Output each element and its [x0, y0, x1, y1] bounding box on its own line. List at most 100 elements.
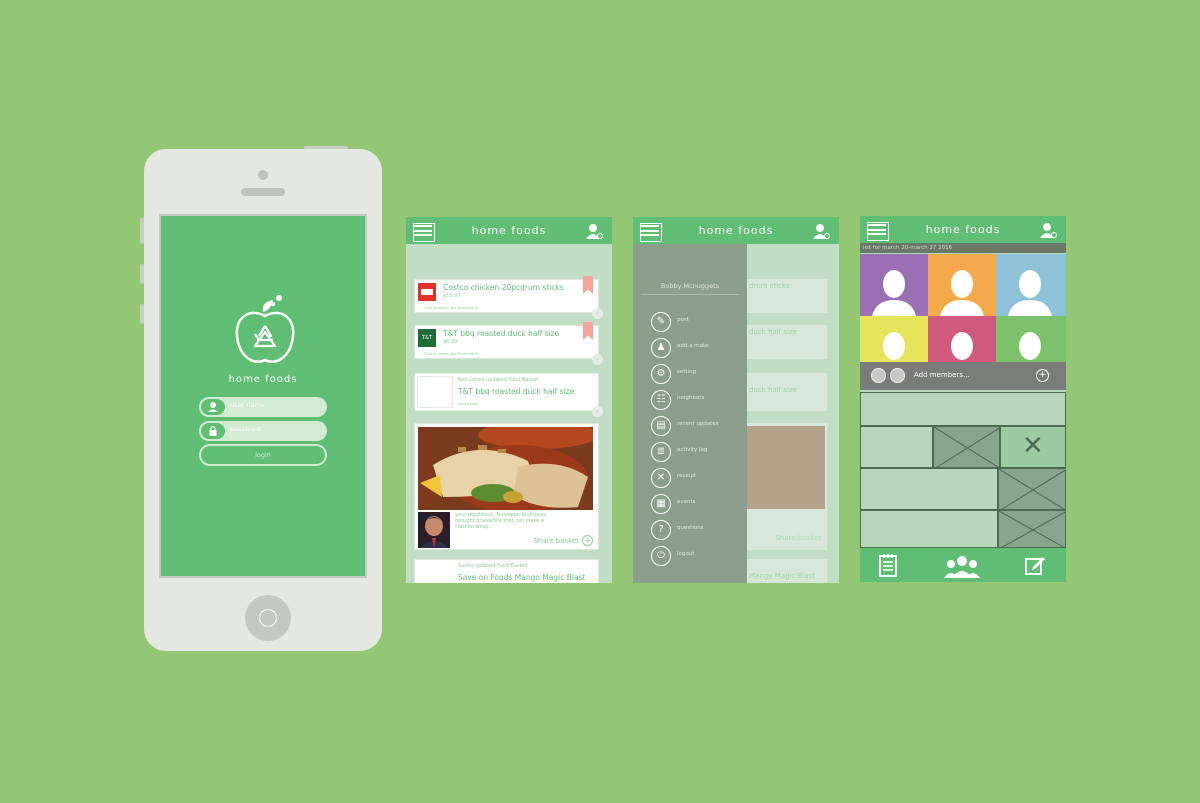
- item-price: $6.99: [443, 339, 458, 345]
- item-price: $15.99: [443, 293, 461, 299]
- list-slot[interactable]: [860, 392, 1066, 426]
- bookmark-ribbon-icon[interactable]: [583, 322, 593, 340]
- username-field[interactable]: user name: [199, 397, 327, 417]
- bookmark-ribbon-icon[interactable]: [583, 276, 593, 294]
- costco-logo-icon: [418, 283, 436, 301]
- app-title: home foods: [925, 223, 1001, 236]
- menu-item-label: recent updates: [677, 421, 719, 427]
- password-placeholder: password: [230, 425, 261, 433]
- quesadilla-photo: [418, 427, 593, 510]
- login-app-name: home foods: [228, 374, 298, 385]
- add-members-label: Add members...: [914, 371, 970, 379]
- login-button[interactable]: login: [199, 444, 327, 466]
- t-and-t-logo-icon: T&T: [418, 329, 436, 347]
- poster-avatar: [418, 512, 450, 548]
- phone-mockup: home foods user name password login: [144, 149, 382, 651]
- list-slot[interactable]: [860, 468, 998, 510]
- phone-home-button: [245, 595, 291, 641]
- member-avatar[interactable]: [860, 316, 928, 378]
- login-screen: home foods user name password login: [159, 214, 367, 578]
- mini-avatar-icon: [890, 368, 905, 383]
- bg-card: Mango Magic Blast: [747, 559, 827, 583]
- gear-icon: ⚙: [651, 364, 671, 384]
- question-icon: ?: [651, 520, 671, 540]
- item-title: Costco chicken 20pcdrum sticks: [443, 283, 564, 292]
- mini-avatar-icon: [871, 368, 886, 383]
- item-address: 7200 Arlington Ave Riverside RI: [423, 306, 479, 310]
- empty-slot: [933, 426, 1002, 470]
- calendar-icon: ▦: [651, 494, 671, 514]
- edit-icon[interactable]: [1024, 554, 1046, 576]
- member-avatar[interactable]: [996, 254, 1066, 316]
- plus-circle-icon[interactable]: +: [1036, 369, 1049, 382]
- add-user-icon[interactable]: [1039, 222, 1057, 238]
- update-headline: Sasha updated Food Basket: [458, 563, 528, 569]
- feed-item[interactable]: T&T T&T bbq roasted duck half size $6.99…: [414, 322, 603, 365]
- app-title: home foods: [698, 224, 774, 237]
- item-title: T&T bbq roasted duck half size: [443, 329, 560, 338]
- photo-post-card[interactable]: your neighbour, Guiseppe Rodriguez broug…: [414, 423, 599, 550]
- plus-circle-icon: +: [582, 535, 593, 546]
- member-avatar[interactable]: [860, 254, 928, 316]
- chevron-right-icon[interactable]: ›: [592, 308, 603, 319]
- member-avatar[interactable]: [996, 316, 1066, 378]
- bg-card-title: duck half size: [749, 328, 797, 336]
- app-title: home foods: [471, 224, 547, 237]
- side-menu-screen: home foods drum sticks duck half size du…: [633, 217, 839, 583]
- username-placeholder: user name: [230, 401, 265, 409]
- password-field[interactable]: password: [199, 421, 327, 441]
- bg-card-title: duck half size: [749, 386, 797, 394]
- person-silhouette-icon: [940, 270, 984, 316]
- empty-slot: [998, 510, 1066, 550]
- post-caption: your neighbour, Guiseppe Rodriguez broug…: [455, 512, 547, 530]
- user-settings-icon[interactable]: [812, 223, 830, 239]
- bg-card-title: Mango Magic Blast: [749, 572, 815, 580]
- add-members-bar[interactable]: Add members... +: [860, 362, 1066, 390]
- list-slot[interactable]: [860, 426, 933, 468]
- update-card[interactable]: Bob Lahey updated Food Basket T&T bbq ro…: [414, 373, 603, 417]
- app-header: home foods: [633, 217, 839, 244]
- person-silhouette-icon: [1008, 270, 1052, 316]
- cross-lines-icon: [998, 468, 1066, 512]
- bg-card: Share basket: [747, 423, 827, 550]
- member-avatar[interactable]: [928, 254, 996, 316]
- person-silhouette-icon: [872, 270, 916, 316]
- power-icon: ⏻: [651, 546, 671, 566]
- feed-item[interactable]: Costco chicken 20pcdrum sticks $15.99 72…: [414, 276, 603, 319]
- list-slot[interactable]: [860, 510, 998, 548]
- update-thumb: [417, 376, 453, 408]
- notepad-icon[interactable]: [877, 553, 899, 577]
- close-icon[interactable]: ✕: [1022, 431, 1044, 461]
- bg-card-title: drum sticks: [749, 282, 790, 290]
- user-settings-icon[interactable]: [585, 223, 603, 239]
- update-title: T&T bbq roasted duck half size: [458, 387, 575, 396]
- chevron-right-icon[interactable]: ›: [592, 354, 603, 365]
- apple-recycle-logo-icon: [235, 295, 295, 363]
- group-icon: ☷: [651, 390, 671, 410]
- menu-item-label: post: [677, 317, 689, 323]
- bg-share-label: Share basket: [775, 534, 821, 542]
- share-basket-button[interactable]: Share basket +: [533, 535, 593, 546]
- menu-item-label: neighbors: [677, 395, 705, 401]
- user-icon: [201, 399, 225, 415]
- update-headline: Bob Lahey updated Food Basket: [458, 377, 539, 383]
- bg-card: duck half size: [747, 373, 827, 411]
- menu-item-label: questions: [677, 525, 704, 531]
- menu-item-label: add a mate: [677, 343, 709, 349]
- group-icon[interactable]: [944, 554, 980, 578]
- lock-icon: [201, 423, 225, 439]
- menu-user-name: Bobby Mcnuggets: [641, 282, 739, 295]
- chevron-right-icon[interactable]: ›: [592, 406, 603, 417]
- app-header: home foods: [406, 217, 612, 244]
- menu-item-label: events: [677, 499, 696, 505]
- home-button-ring: [259, 609, 277, 627]
- delete-slot[interactable]: ✕: [1000, 426, 1066, 468]
- phone-speaker: [241, 188, 285, 196]
- menu-item-label: activity log: [677, 447, 708, 453]
- update-card[interactable]: Sasha updated Food Basket Save on Foods …: [414, 559, 599, 583]
- phone-camera: [258, 170, 268, 180]
- bg-card: duck half size: [747, 325, 827, 359]
- close-icon: ✕: [651, 468, 671, 488]
- member-avatar[interactable]: [928, 316, 996, 378]
- cross-lines-icon: [933, 426, 1002, 470]
